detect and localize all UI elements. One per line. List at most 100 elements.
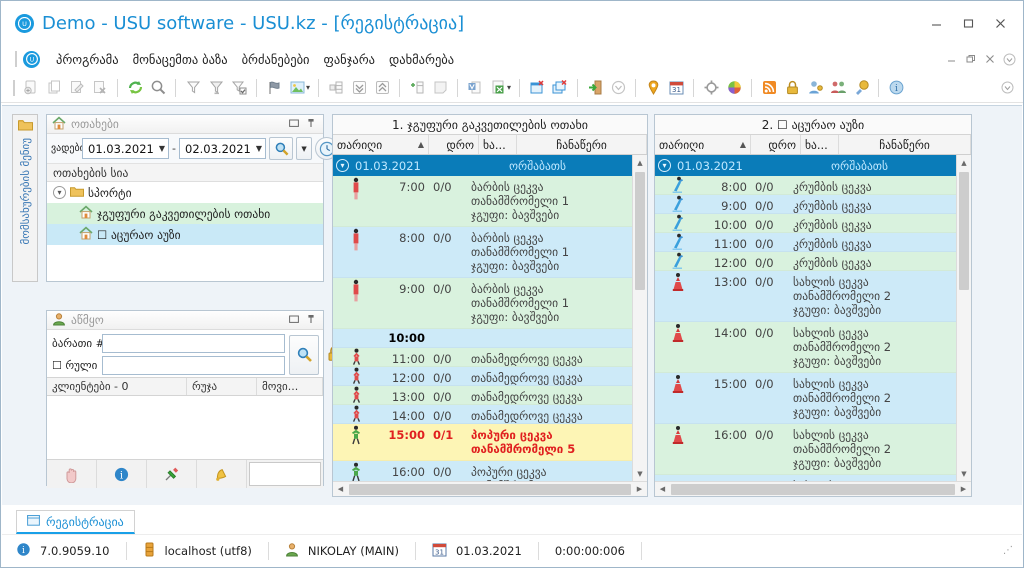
schedule-event-row[interactable]: 9:00 0/0 კრუმბის ცეკვა [655, 195, 971, 214]
schedule-event-row[interactable]: 7:00 0/0 ბარბის ცეკვა თანამშრომელი 1 ჯგუ… [333, 176, 647, 227]
scroll-up-arrow-icon[interactable]: ▲ [633, 155, 647, 170]
column-note[interactable]: ჩანაწერი [517, 135, 647, 154]
image-dropdown-caret-icon[interactable]: ▾ [306, 83, 310, 92]
mdi-restore-button[interactable] [963, 51, 979, 67]
scrollbar-thumb[interactable] [349, 483, 631, 495]
exit-door-icon[interactable] [584, 77, 606, 99]
scrollbar-thumb[interactable] [959, 172, 969, 290]
export-word-icon[interactable] [464, 77, 486, 99]
schedule-event-row[interactable]: 14:00 0/0 სახლის ცეკვა თანამშრომელი 2 ჯგ… [655, 322, 971, 373]
schedule-event-row[interactable]: 9:00 0/0 ბარბის ცეკვა თანამშრომელი 1 ჯგუ… [333, 278, 647, 329]
schedule-event-row[interactable]: 11:00 0/0 კრუმბის ცეკვა [655, 233, 971, 252]
status-user[interactable]: NIKOLAY (MAIN) [285, 542, 399, 560]
lock-icon[interactable] [781, 77, 803, 99]
chevron-down-icon[interactable]: ▼ [256, 144, 262, 153]
room-search-dropdown-button[interactable]: ▼ [296, 137, 313, 160]
color-wheel-icon[interactable] [723, 77, 745, 99]
scroll-right-arrow-icon[interactable]: ▶ [632, 485, 647, 493]
scroll-left-arrow-icon[interactable]: ◀ [333, 485, 348, 493]
schedule-event-row[interactable]: 12:00 0/0 კრუმბის ცეკვა [655, 252, 971, 271]
toolbar-grip-handle[interactable] [13, 79, 15, 96]
collapse-group-icon[interactable]: ▾ [658, 159, 671, 172]
mdi-more-button[interactable] [1001, 51, 1017, 67]
mdi-minimize-button[interactable] [944, 51, 960, 67]
client-search-button[interactable] [289, 334, 319, 375]
group-columns-icon[interactable] [325, 77, 347, 99]
bell-icon[interactable] [197, 460, 247, 488]
column-date[interactable]: თარიღი ▲ [333, 135, 429, 154]
schedule-event-row[interactable]: 14:00 0/0 თანამედროვე ცეკვა [333, 405, 647, 424]
tree-row[interactable]: ჯგუფური გაკვეთილების ოთახი [47, 203, 323, 224]
hand-icon[interactable] [47, 460, 97, 488]
client-column-movement[interactable]: მოვი... [257, 378, 323, 395]
status-version[interactable]: i 7.0.9059.10 [16, 542, 110, 560]
filter-check-icon[interactable] [228, 77, 250, 99]
chevron-down-icon[interactable]: ▼ [159, 144, 165, 153]
filter-icon[interactable] [182, 77, 204, 99]
group-header-row[interactable]: ▾ 01.03.2021 ორშაბათს [333, 155, 647, 176]
client-column-ruja[interactable]: რუჯა [187, 378, 257, 395]
rss-icon[interactable] [758, 77, 780, 99]
toolbar-overflow-button[interactable] [999, 80, 1015, 96]
schedule-event-row[interactable]: 10:00 0/0 კრუმბის ცეკვა [655, 214, 971, 233]
pin-panel-icon[interactable] [306, 314, 316, 327]
add-column-icon[interactable] [406, 77, 428, 99]
schedule-event-row[interactable]: 11:00 0/0 თანამედროვე ცეკვა [333, 348, 647, 367]
schedule-1-horizontal-scrollbar[interactable]: ◀ ▶ [333, 481, 647, 496]
schedule-event-row[interactable]: 13:00 0/0 თანამედროვე ცეკვა [333, 386, 647, 405]
minimize-button[interactable] [921, 10, 951, 36]
sidebar-tab-service-menu[interactable]: მომსახურების მენიუ [12, 114, 38, 282]
maximize-button[interactable] [953, 10, 983, 36]
scrollbar-thumb[interactable] [671, 483, 955, 495]
schedule-event-row[interactable]: 8:00 0/0 კრუმბის ცეკვა [655, 176, 971, 195]
schedule-event-row[interactable]: 8:00 0/0 ბარბის ცეკვა თანამშრომელი 1 ჯგუ… [333, 227, 647, 278]
info-icon[interactable]: i [97, 460, 147, 488]
schedule-event-row[interactable]: 17:00 0/0 სახლის ცეკვა [655, 475, 971, 481]
float-panel-icon[interactable] [289, 118, 299, 131]
menu-grip-handle[interactable] [15, 51, 17, 67]
schedule-2-horizontal-scrollbar[interactable]: ◀ ▶ [655, 481, 971, 496]
resize-grip[interactable]: ⋰ [1003, 545, 1022, 556]
note-icon[interactable] [429, 77, 451, 99]
collapse-group-icon[interactable]: ▾ [336, 159, 349, 172]
schedule-event-row[interactable]: 15:00 0/0 სახლის ცეკვა თანამშრომელი 2 ჯგ… [655, 373, 971, 424]
search-icon[interactable] [147, 77, 169, 99]
scroll-down-arrow-icon[interactable]: ▼ [957, 466, 971, 481]
export-excel-icon[interactable] [487, 77, 509, 99]
edit-record-icon[interactable] [66, 77, 88, 99]
collapse-all-icon[interactable] [371, 77, 393, 99]
schedule-event-row[interactable]: 16:00 0/0 სახლის ცეკვა თანამშრომელი 2 ჯგ… [655, 424, 971, 475]
menu-item-window[interactable]: ფანჯარა [317, 50, 383, 69]
expand-all-icon[interactable] [348, 77, 370, 99]
tab-registration[interactable]: რეგისტრაცია [16, 510, 135, 534]
date-to-input[interactable]: 02.03.2021 ▼ [179, 138, 267, 159]
open-window-icon[interactable] [526, 77, 548, 99]
schedule-event-row[interactable]: 16:00 0/0 პოპური ცეკვა თანამშრომელი 5 [333, 461, 647, 481]
delete-record-icon[interactable] [89, 77, 111, 99]
schedule-event-row-highlighted[interactable]: 15:00 0/1 პოპური ცეკვა თანამშრომელი 5 [333, 424, 647, 461]
schedule-2-vertical-scrollbar[interactable]: ▲ ▼ [956, 155, 971, 481]
column-date[interactable]: თარიღი ▲ [655, 135, 751, 154]
column-note[interactable]: ჩანაწერი [839, 135, 971, 154]
calendar-icon[interactable]: 31 [665, 77, 687, 99]
schedule-event-row[interactable]: 13:00 0/0 სახლის ცეკვა თანამშრომელი 2 ჯგ… [655, 271, 971, 322]
date-from-input[interactable]: 01.03.2021 ▼ [82, 138, 170, 159]
pin-icon[interactable] [147, 460, 197, 488]
tree-row[interactable]: ☐ აცურაო აუზი [47, 224, 323, 245]
filter-advanced-icon[interactable] [205, 77, 227, 99]
column-quantity[interactable]: ხა... [801, 135, 839, 154]
schedule-event-row[interactable]: 10:00 [333, 329, 647, 348]
open-windows-icon[interactable] [549, 77, 571, 99]
full-name-input[interactable] [102, 356, 285, 375]
status-date[interactable]: 31 01.03.2021 [432, 542, 522, 560]
image-icon[interactable] [286, 77, 308, 99]
card-number-input[interactable] [102, 334, 285, 353]
close-button[interactable] [985, 10, 1015, 36]
column-time[interactable]: დრო [751, 135, 801, 154]
plugin-icon[interactable] [850, 77, 872, 99]
mdi-close-button[interactable] [982, 51, 998, 67]
scroll-left-arrow-icon[interactable]: ◀ [655, 485, 670, 493]
menu-item-commands[interactable]: ბრძანებები [235, 50, 317, 69]
flag-icon[interactable] [263, 77, 285, 99]
status-server[interactable]: localhost (utf8) [143, 542, 252, 560]
